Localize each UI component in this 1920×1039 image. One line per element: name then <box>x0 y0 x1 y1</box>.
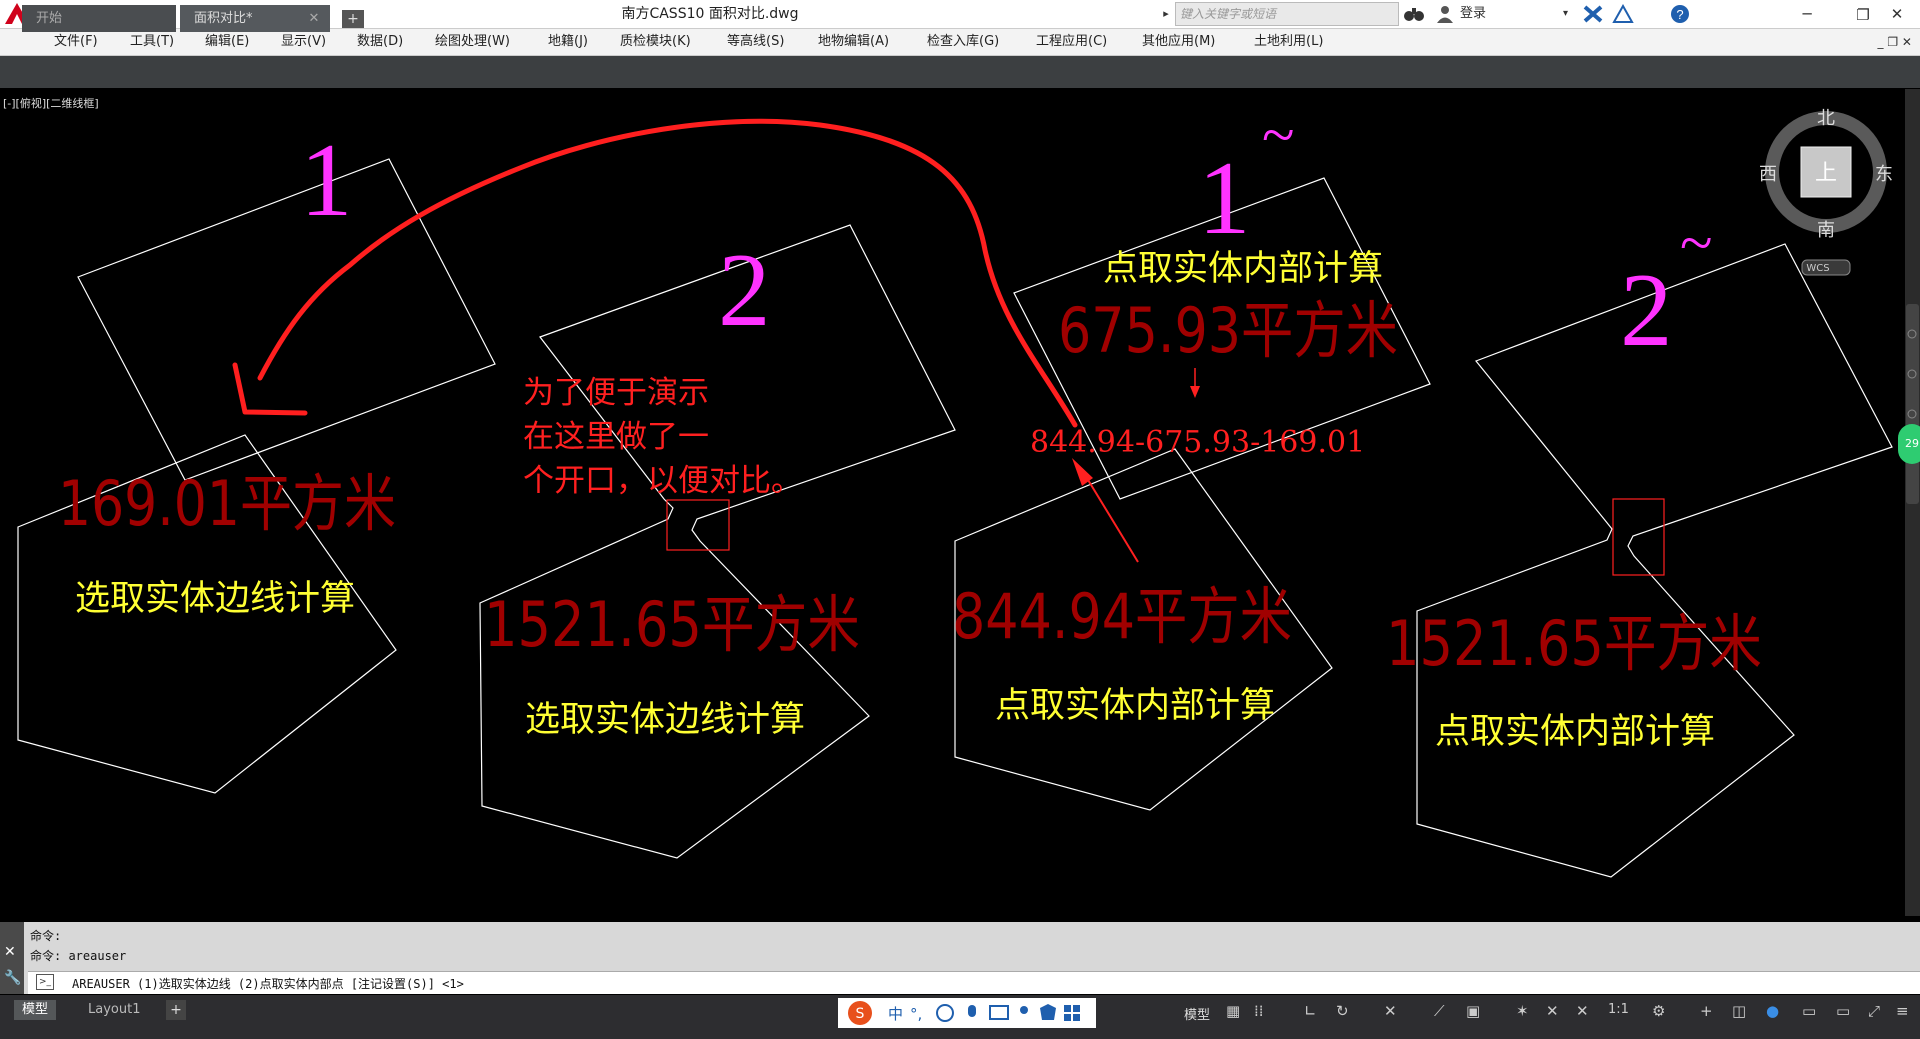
area-label-1: 169.01平方米 <box>58 467 396 540</box>
arrow-diagonal-line <box>1081 469 1139 563</box>
hardware-accel-icon[interactable]: ● <box>1766 1002 1779 1020</box>
lineweight-icon[interactable]: ⟋ <box>1434 1002 1445 1020</box>
method-label-2: 选取实体边线计算 <box>525 700 805 740</box>
viewport-controls[interactable]: [-][俯视][二维线框] <box>3 95 99 111</box>
workspace-gear-icon[interactable]: ⚙ <box>1652 1002 1665 1020</box>
model-space-toggle[interactable]: 模型 <box>1184 1004 1210 1023</box>
isolate-icon[interactable]: ◫ <box>1732 1002 1746 1020</box>
freehand-arrowhead <box>232 362 308 416</box>
label-tilde-1: ~ <box>1262 102 1294 168</box>
note-line-1: 为了便于演示 <box>523 375 709 411</box>
ime-toolbar[interactable]: S 中 °, <box>838 998 1096 1028</box>
area-label-2: 1521.65平方米 <box>484 588 860 661</box>
command-close-icon[interactable]: ✕ <box>4 944 16 960</box>
command-current-prompt[interactable]: AREAUSER (1)选取实体边线 (2)点取实体内部点 [注记设置(S)] … <box>72 975 464 992</box>
viewcube-top-label: 上 <box>1815 161 1837 186</box>
area-label-3-top: 675.93平方米 <box>1058 294 1398 367</box>
label-num-2b: 2 <box>1620 251 1673 368</box>
area-label-4: 1521.65平方米 <box>1386 607 1762 680</box>
annotation-scale-icon[interactable]: ✕ <box>1546 1002 1559 1020</box>
method-label-3-top: 点取实体内部计算 <box>1103 249 1383 289</box>
annotation-visibility-icon[interactable]: ✶ <box>1516 1002 1529 1020</box>
compass-south[interactable]: 南 <box>1817 220 1835 241</box>
tab-layout1[interactable]: Layout1 <box>80 1000 148 1020</box>
status-menu-icon[interactable]: ≡ <box>1896 1002 1909 1020</box>
svg-text:中: 中 <box>888 1005 903 1023</box>
svg-text:S: S <box>856 1006 865 1022</box>
note-line-3: 个开口，以便对比。 <box>523 463 802 499</box>
selection-icon[interactable]: ▣ <box>1466 1002 1480 1020</box>
viewcube[interactable]: 上 北 南 西 东 WCS <box>1759 108 1893 276</box>
method-label-1: 选取实体边线计算 <box>75 579 355 619</box>
clean-screen-icon[interactable]: ▭ <box>1802 1002 1816 1020</box>
ortho-icon[interactable]: ∟ <box>1304 1002 1317 1020</box>
method-label-3: 点取实体内部计算 <box>995 686 1275 726</box>
command-settings-icon[interactable]: 🔧 <box>4 970 21 986</box>
snap-icon[interactable]: ⁞⁞ <box>1254 1002 1264 1020</box>
tab-model[interactable]: 模型 <box>14 1000 57 1020</box>
wcs-label[interactable]: WCS <box>1806 263 1829 274</box>
compass-north[interactable]: 北 <box>1817 108 1835 129</box>
compass-west[interactable]: 西 <box>1759 164 1777 185</box>
method-label-4: 点取实体内部计算 <box>1435 712 1715 752</box>
note-line-2: 在这里做了一 <box>523 419 709 455</box>
compass-east[interactable]: 东 <box>1875 164 1893 185</box>
formula-text: 844.94-675.93-169.01 <box>1030 425 1365 460</box>
grid-icon[interactable]: ▦ <box>1226 1002 1240 1020</box>
autoscale-icon[interactable]: ✕ <box>1576 1002 1589 1020</box>
svg-text:°,: °, <box>910 1005 922 1023</box>
area-label-3: 844.94平方米 <box>952 580 1292 653</box>
parcel-2-opening-marker <box>666 499 730 551</box>
drawing-svg: 1 2 1 ~ 2 ~ 为了便于演示 在这里做了一 个开口，以便对比。 844.… <box>17 102 1893 878</box>
command-prompt-icon[interactable]: >_ <box>36 974 54 990</box>
command-history-line: 命令: <box>30 929 62 943</box>
polar-icon[interactable]: ↻ <box>1336 1002 1349 1020</box>
arrow-down-head <box>1190 386 1200 398</box>
label-num-2: 2 <box>718 231 771 348</box>
parcel-4-opening-marker <box>1612 498 1665 576</box>
network-badge[interactable]: 29 <box>1898 424 1920 464</box>
label-num-1b: 1 <box>1198 139 1251 256</box>
fullscreen-icon[interactable]: ⤢ <box>1868 1002 1880 1020</box>
customize-icon[interactable]: ▭ <box>1836 1002 1850 1020</box>
annotation-scale-value[interactable]: 1:1 <box>1608 1002 1629 1017</box>
add-layout-button[interactable]: + <box>166 1000 186 1020</box>
navigation-bar[interactable] <box>1905 89 1920 916</box>
label-num-1: 1 <box>300 121 353 238</box>
osnap-icon[interactable]: ✕ <box>1384 1002 1397 1020</box>
label-tilde-2: ~ <box>1680 210 1712 276</box>
command-history-line: 命令: areauser <box>30 949 127 963</box>
plus-icon[interactable]: + <box>1700 1002 1713 1020</box>
